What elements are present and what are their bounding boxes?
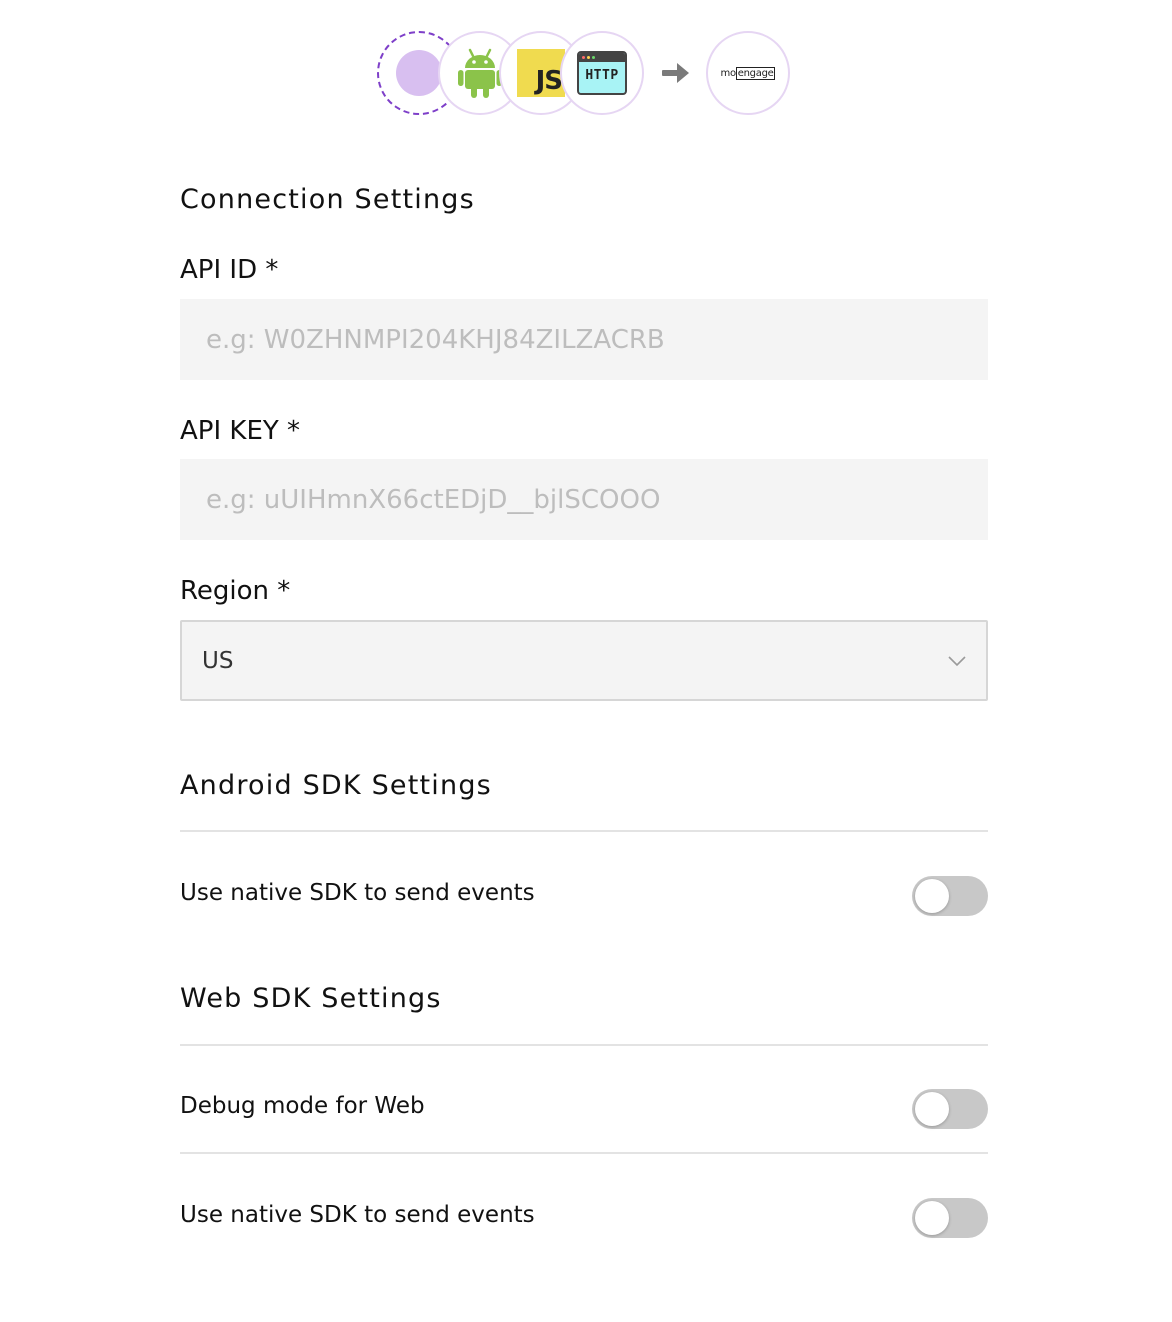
source-http[interactable]: HTTP xyxy=(560,31,644,115)
http-icon-glyph: HTTP xyxy=(585,68,619,83)
divider xyxy=(180,1152,988,1154)
destination-config-page: JS HTTP mo engage Connection Settings API… xyxy=(0,0,1172,1322)
web-native-sdk-label: Use native SDK to send events xyxy=(180,1202,535,1228)
region-selected-value: US xyxy=(202,647,234,674)
divider xyxy=(180,1044,988,1046)
web-debug-mode-label: Debug mode for Web xyxy=(180,1093,425,1119)
android-sdk-settings-title: Android SDK Settings xyxy=(180,770,492,801)
toggle-knob xyxy=(915,1092,949,1126)
destination-moengage[interactable]: mo engage xyxy=(706,31,790,115)
connection-settings-title: Connection Settings xyxy=(180,184,475,215)
api-key-label: API KEY * xyxy=(180,416,301,446)
api-id-input[interactable] xyxy=(180,299,988,380)
web-sdk-settings-title: Web SDK Settings xyxy=(180,983,442,1014)
region-select[interactable]: US xyxy=(180,620,988,701)
http-icon: HTTP xyxy=(577,51,627,95)
toggle-knob xyxy=(915,1201,949,1235)
android-native-sdk-toggle[interactable] xyxy=(912,876,988,916)
divider xyxy=(180,830,988,832)
toggle-knob xyxy=(915,879,949,913)
chevron-down-icon xyxy=(948,655,966,666)
javascript-icon-glyph: JS xyxy=(535,66,563,96)
arrow-right-icon xyxy=(662,63,689,83)
javascript-icon: JS xyxy=(517,49,565,97)
source-destination-flow: JS HTTP mo engage xyxy=(377,31,797,117)
web-native-sdk-toggle[interactable] xyxy=(912,1198,988,1238)
moengage-logo: mo engage xyxy=(720,66,776,80)
api-key-input[interactable] xyxy=(180,459,988,540)
android-native-sdk-label: Use native SDK to send events xyxy=(180,880,535,906)
add-source-icon xyxy=(396,50,442,96)
android-icon xyxy=(458,48,502,98)
api-id-label: API ID * xyxy=(180,255,279,285)
web-debug-mode-toggle[interactable] xyxy=(912,1089,988,1129)
region-label: Region * xyxy=(180,576,291,606)
